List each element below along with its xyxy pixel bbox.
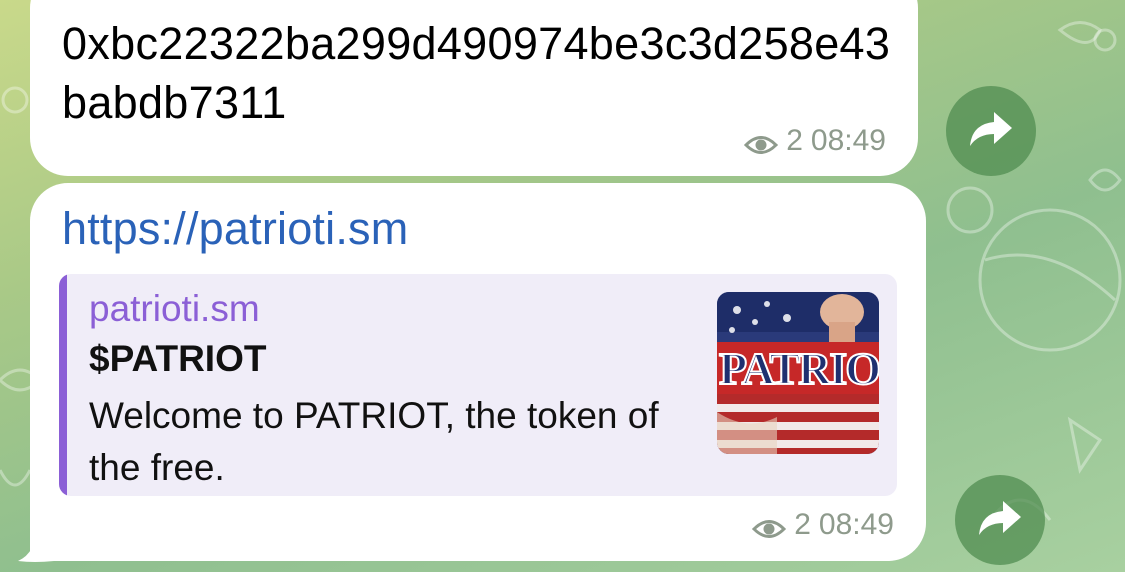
share-button[interactable]	[955, 475, 1045, 565]
share-arrow-icon	[968, 110, 1014, 153]
message-text: 0xbc22322ba299d490974be3c3d258e43babdb73…	[62, 18, 891, 128]
message-bubble-link[interactable]: https://patrioti.sm patrioti.sm $PATRIOT…	[30, 183, 926, 561]
preview-description: Welcome to PATRIOT, the token of the fre…	[89, 395, 659, 488]
preview-accent-bar	[59, 274, 67, 496]
share-button[interactable]	[946, 86, 1036, 176]
bubble-tail	[18, 525, 54, 562]
message-meta: 2 08:49	[744, 124, 886, 158]
preview-title: $PATRIOT	[89, 338, 267, 379]
message-meta: 2 08:49	[752, 508, 894, 542]
preview-thumbnail[interactable]: PATRIO	[717, 292, 879, 454]
message-bubble-address[interactable]: 0xbc22322ba299d490974be3c3d258e43babdb73…	[30, 0, 918, 176]
link-preview-card[interactable]: patrioti.sm $PATRIOT Welcome to PATRIOT,…	[59, 274, 897, 496]
share-arrow-icon	[977, 499, 1023, 542]
message-time: 08:49	[818, 508, 894, 541]
message-time: 08:49	[810, 124, 886, 157]
eye-icon	[744, 130, 779, 154]
preview-site-name: patrioti.sm	[89, 288, 260, 329]
eye-icon	[752, 514, 787, 538]
view-count: 2	[786, 124, 803, 157]
thumbnail-lettering: PATRIO	[719, 343, 879, 394]
view-count: 2	[794, 508, 811, 541]
message-link[interactable]: https://patrioti.sm	[62, 203, 408, 255]
